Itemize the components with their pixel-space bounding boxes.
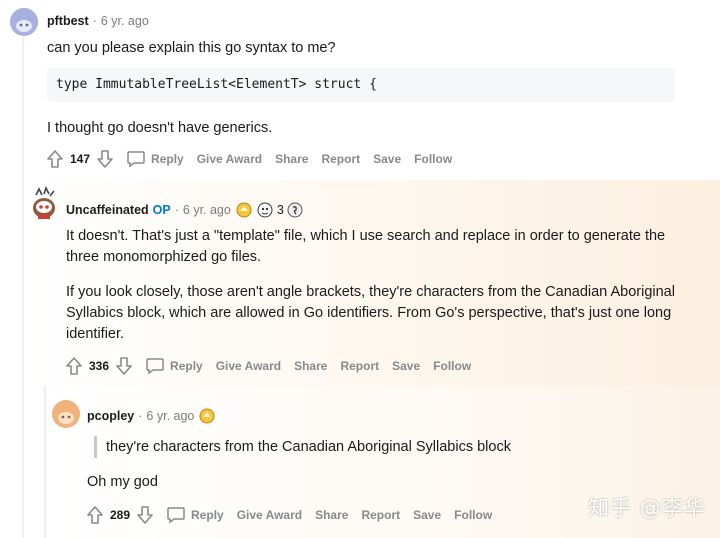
snoo-avatar-icon [10,8,38,36]
share-button[interactable]: Share [315,508,348,522]
username[interactable]: Uncaffeinated [66,203,149,217]
username[interactable]: pftbest [47,14,89,28]
downvote-icon[interactable] [115,356,133,376]
comment-actions: 336 Reply Give Award Share Report Save F… [65,355,484,377]
comment-icon [146,358,164,375]
give-award-button[interactable]: Give Award [197,152,262,166]
snoo-avatar-icon [52,400,80,428]
follow-button[interactable]: Follow [414,152,452,166]
comment-text: If you look closely, those aren't angle … [66,284,675,342]
blockquote: they're characters from the Canadian Abo… [94,436,511,458]
timestamp[interactable]: 6 yr. ago [101,14,149,28]
separator: · [174,203,179,217]
comment-icon [127,151,145,168]
report-button[interactable]: Report [361,508,400,522]
report-button[interactable]: Report [340,359,379,373]
avatar[interactable] [10,8,38,36]
comment-icon [167,507,185,524]
downvote-icon[interactable] [136,505,154,525]
comment-meta: pcopley · 6 yr. ago [87,408,215,424]
award-icon[interactable] [236,202,252,218]
reply-button[interactable]: Reply [166,506,224,524]
upvote-icon[interactable] [65,356,83,376]
give-award-button[interactable]: Give Award [237,508,302,522]
upvote-icon[interactable] [46,149,64,169]
downvote-icon[interactable] [96,149,114,169]
save-button[interactable]: Save [373,152,401,166]
timestamp[interactable]: 6 yr. ago [183,203,231,217]
vote-count: 289 [110,508,131,522]
share-button[interactable]: Share [294,359,327,373]
comment-meta: Uncaffeinated OP · 6 yr. ago 3 [66,202,303,218]
give-award-button[interactable]: Give Award [216,359,281,373]
reply-button[interactable]: Reply [145,357,203,375]
reply-label: Reply [170,359,203,373]
save-button[interactable]: Save [392,359,420,373]
vote-count: 336 [89,359,110,373]
vote-count: 147 [70,152,91,166]
comment-text: I thought go doesn't have generics. [47,120,273,136]
comment-text: Oh my god [87,474,158,490]
comment-text: It doesn't. That's just a "template" fil… [66,228,666,265]
avatar[interactable] [52,400,80,428]
separator: · [138,409,143,423]
reply-label: Reply [191,508,224,522]
timestamp[interactable]: 6 yr. ago [146,409,194,423]
thread-line[interactable] [22,38,24,538]
reply-button[interactable]: Reply [126,150,184,168]
op-badge: OP [152,203,171,217]
separator: · [92,14,97,28]
follow-button[interactable]: Follow [433,359,471,373]
reply-label: Reply [151,152,184,166]
award-count: 3 [276,203,284,217]
save-button[interactable]: Save [413,508,441,522]
report-button[interactable]: Report [321,152,360,166]
code-block: type ImmutableTreeList<ElementT> struct … [47,68,675,102]
upvote-icon[interactable] [86,505,104,525]
username[interactable]: pcopley [87,409,134,423]
comment-actions: 147 Reply Give Award Share Report Save F… [46,148,465,170]
watermark: 知乎 @李华 [588,496,706,520]
award-icon[interactable] [287,202,303,218]
award-icon[interactable] [257,202,273,218]
comment-meta: pftbest · 6 yr. ago [47,14,149,28]
snoo-avatar-icon [33,185,55,219]
avatar[interactable] [30,185,58,220]
comment-actions: 289 Reply Give Award Share Report Save F… [86,504,505,526]
award-icon[interactable] [199,408,215,424]
share-button[interactable]: Share [275,152,308,166]
comment-text: can you please explain this go syntax to… [47,40,336,56]
follow-button[interactable]: Follow [454,508,492,522]
